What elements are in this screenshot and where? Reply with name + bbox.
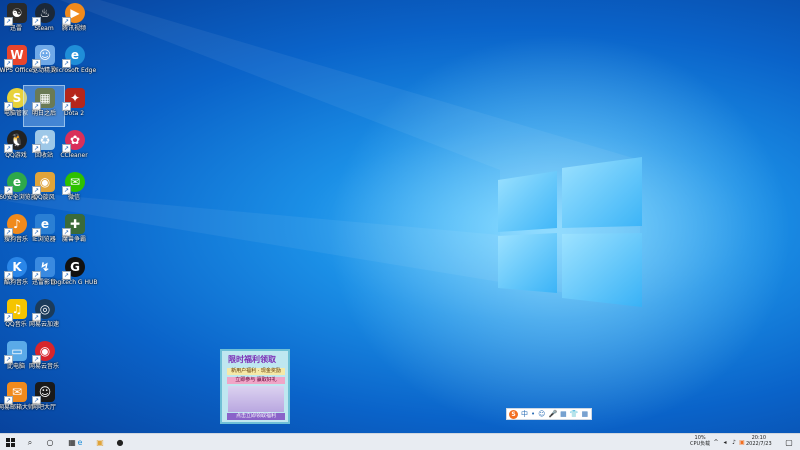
search-button[interactable]: ⌕ [22, 435, 38, 450]
desktop-icon[interactable]: ▶ ↗ 腾讯视频 [54, 1, 94, 41]
edge-icon: e [77, 438, 83, 447]
desktop-icon-label: 腾讯视频 [61, 25, 86, 32]
volume-icon: ♪ [732, 439, 736, 446]
ime-punctuation-icon[interactable]: • [531, 410, 535, 418]
sogou-logo-icon[interactable]: S [509, 409, 518, 419]
ime-skin-icon[interactable]: 👕 [570, 410, 579, 418]
ad-illustration [228, 386, 284, 412]
tray-overflow-button[interactable]: ^ [712, 435, 720, 450]
ad-banner-line2[interactable]: 立即参与 赢取好礼 [227, 377, 285, 384]
taskbar-app-edge[interactable]: e [72, 435, 88, 450]
desktop-icon-label: 微信 [67, 194, 80, 201]
tray-icon-2[interactable]: ♪ [730, 435, 738, 450]
tray-icon-1[interactable]: ◂ [721, 435, 729, 450]
desktop-icon[interactable]: G ↗ Logitech G HUB [50, 255, 98, 295]
cpu-load-indicator[interactable]: 10% CPU负载 [690, 435, 710, 447]
ad-claim-button[interactable]: 点击立即领取福利 [227, 413, 285, 420]
windows-start-icon [5, 438, 15, 447]
taskbar: ⌕ ○ ▦ e ▣ ● 10% CPU负载 ^ ◂ ♪ ▣ 20:10 2022… [0, 433, 800, 450]
windows-logo-wallpaper [0, 0, 790, 433]
desktop-icon-label: 网易云加速 [28, 321, 59, 328]
sogou-tray-icon: ▣ [739, 439, 745, 446]
start-button[interactable] [2, 435, 18, 450]
desktop-icon[interactable]: ✿ ↗ CCleaner [54, 128, 94, 168]
taskbar-app-4[interactable]: ● [112, 435, 128, 450]
desktop-icon-label: CCleaner [60, 152, 88, 159]
desktop-icon[interactable]: ✚ ↗ 魔兽争霸 [54, 212, 94, 252]
search-icon: ⌕ [27, 437, 33, 447]
chevron-up-icon: ^ [713, 439, 719, 446]
desktop-icon[interactable]: ☺ ↗ 网吧大厅 [24, 380, 64, 420]
desktop-icon[interactable]: ◉ ↗ 网易云音乐 [24, 339, 64, 379]
task-view-icon: ○ [46, 438, 54, 447]
notification-button[interactable]: ▢ [781, 435, 797, 450]
desktop-icon[interactable]: e ↗ Microsoft Edge [52, 43, 96, 83]
desktop-icon[interactable]: ✉ ↗ 微信 [54, 170, 94, 210]
ad-banner-line1: 新用户福利 · 现金奖励 [227, 368, 285, 375]
desktop-icon-label: Logitech G HUB [50, 279, 98, 286]
desktop-icon-label: Microsoft Edge [51, 67, 97, 74]
app-icon: ● [116, 438, 124, 447]
clock-date: 2022/7/23 [746, 441, 772, 447]
task-view-button[interactable]: ○ [42, 435, 58, 450]
ime-keyboard-icon[interactable]: ▦ [560, 410, 567, 418]
tray-icon-3[interactable]: ▣ [738, 435, 746, 450]
desktop-icon-label: Dota 2 [63, 110, 85, 117]
ad-popup[interactable]: 限时福利领取 新用户福利 · 现金奖励 立即参与 赢取好礼 点击立即领取福利 [220, 349, 290, 424]
ime-toolbox-icon[interactable]: ▦ [582, 410, 589, 418]
desktop-icon[interactable]: ✦ ↗ Dota 2 [54, 86, 94, 126]
taskbar-app-3[interactable]: ▣ [92, 435, 108, 450]
desktop-icon[interactable]: ◎ ↗ 网易云加速 [24, 297, 64, 337]
ime-language-toggle[interactable]: 中 [521, 409, 528, 419]
desktop[interactable]: ☯ ↗ 迅雷 ♨ ↗ Steam ▶ ↗ 腾讯视频 W ↗ WPS Office ☺ ↗ 驱动精灵 e ↗ Mic… [0, 0, 800, 433]
cpu-load-label: CPU负载 [690, 441, 711, 447]
desktop-icon-label: 网吧大厅 [31, 404, 56, 411]
ad-title: 限时福利领取 [228, 355, 276, 364]
network-icon: ◂ [723, 439, 727, 446]
notification-icon: ▢ [785, 438, 793, 447]
ime-voice-icon[interactable]: 🎤 [548, 410, 557, 418]
desktop-icon-label: 网易云音乐 [28, 363, 59, 370]
ime-toolbar[interactable]: S 中 • ☺ 🎤 ▦ 👕 ▦ [506, 408, 592, 420]
app-icon: ▣ [96, 438, 104, 447]
clock[interactable]: 20:10 2022/7/23 [746, 435, 772, 447]
ime-emoji-icon[interactable]: ☺ [538, 410, 545, 418]
desktop-icon-label: 魔兽争霸 [61, 236, 86, 243]
